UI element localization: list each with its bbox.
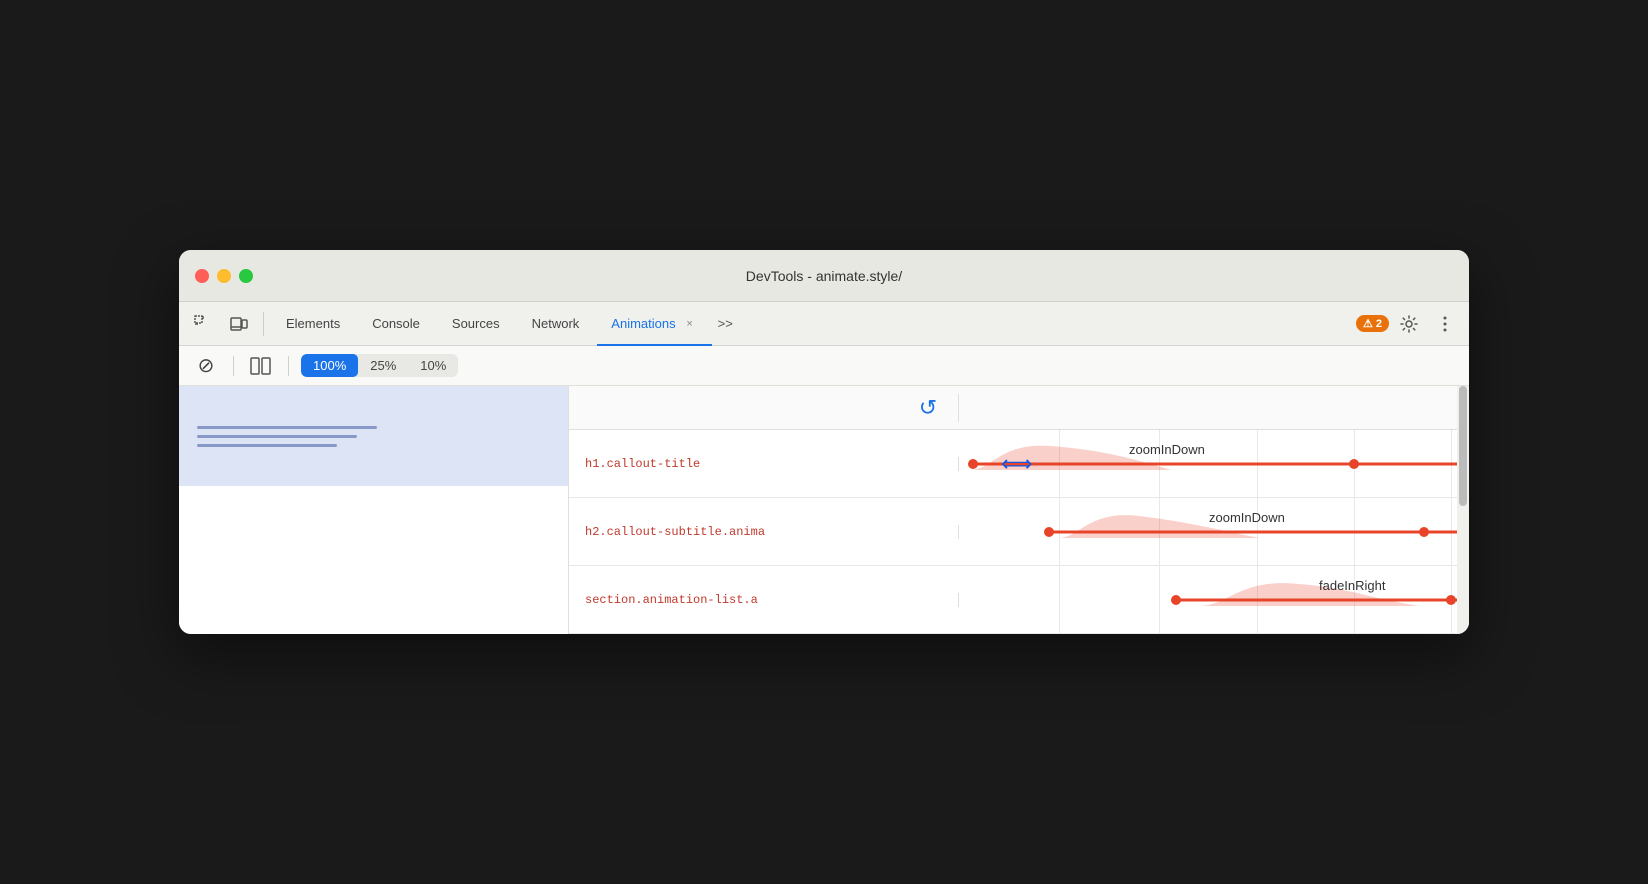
animation-row-1[interactable]: h1.callout-title ⟺: [569, 430, 1469, 498]
maximize-button[interactable]: [239, 269, 253, 283]
animation-preview: [179, 386, 568, 486]
gear-icon: [1400, 315, 1418, 333]
preview-animation: [197, 426, 377, 447]
scrollbar-track: [1457, 386, 1469, 634]
replay-button[interactable]: ↺: [914, 394, 942, 422]
more-options-button[interactable]: [1429, 308, 1461, 340]
anim-line-3: [1174, 598, 1459, 601]
tab-divider-1: [263, 312, 264, 336]
devtools-body: Elements Console Sources Network Animati…: [179, 302, 1469, 634]
anim-dot-2b: [1419, 527, 1429, 537]
warning-icon: ⚠: [1363, 317, 1373, 330]
anim-track-1: ⟺ zoomInDown: [959, 430, 1469, 497]
speed-100-button[interactable]: 100%: [301, 354, 358, 377]
tab-more-button[interactable]: >>: [718, 316, 733, 331]
animation-row-3[interactable]: section.animation-list.a: [569, 566, 1469, 634]
preview-line-3: [197, 444, 337, 447]
warning-badge[interactable]: ⚠ 2: [1356, 315, 1389, 332]
anim-label-3: section.animation-list.a: [569, 593, 959, 607]
anim-track-3: fadeInRight: [959, 566, 1469, 633]
device-toggle-button[interactable]: [223, 308, 255, 340]
tab-network[interactable]: Network: [518, 302, 594, 346]
tab-bar: Elements Console Sources Network Animati…: [179, 302, 1469, 346]
tab-close-icon[interactable]: ×: [682, 316, 698, 332]
anim-dot-1b: [1349, 459, 1359, 469]
replay-icon: ↺: [919, 395, 937, 421]
window-title: DevTools - animate.style/: [746, 268, 902, 284]
timeline-rows: h1.callout-title ⟺: [569, 430, 1469, 634]
tab-animations[interactable]: Animations ×: [597, 302, 711, 346]
inspector-icon: [194, 315, 212, 333]
kebab-menu-icon: [1443, 316, 1447, 332]
columns-icon: [250, 357, 272, 375]
tab-sources[interactable]: Sources: [438, 302, 514, 346]
pause-button[interactable]: ⊘: [191, 351, 221, 381]
warning-count: 2: [1376, 318, 1382, 330]
settings-button[interactable]: [1393, 308, 1425, 340]
main-content: ↺ 0 250 ms 500 ms 750 ms 1.00 s 1.25 s 1…: [179, 386, 1469, 634]
animation-row-2[interactable]: h2.callout-subtitle.anima: [569, 498, 1469, 566]
speed-25-button[interactable]: 25%: [358, 354, 408, 377]
speed-10-button[interactable]: 10%: [408, 354, 458, 377]
anim-curve-1: [971, 438, 1469, 472]
more-tabs-icon: >>: [718, 316, 733, 331]
toolbar-divider-1: [233, 356, 234, 376]
device-icon: [230, 315, 248, 333]
timeline-container: ↺ 0 250 ms 500 ms 750 ms 1.00 s 1.25 s 1…: [569, 386, 1469, 634]
close-button[interactable]: [195, 269, 209, 283]
pause-icon: ⊘: [198, 353, 215, 378]
anim-label-2: h2.callout-subtitle.anima: [569, 525, 959, 539]
anim-dot-2a: [1044, 527, 1054, 537]
speed-selector: 100% 25% 10%: [301, 354, 458, 377]
anim-line-1: [971, 462, 1459, 465]
traffic-lights: [195, 269, 253, 283]
minimize-button[interactable]: [217, 269, 231, 283]
tab-elements[interactable]: Elements: [272, 302, 354, 346]
timeline-header: ↺ 0 250 ms 500 ms 750 ms 1.00 s 1.25 s 1…: [569, 386, 1469, 430]
anim-track-2: zoomInDown: [959, 498, 1469, 565]
timeline-replay-area: ↺: [569, 394, 959, 422]
anim-curve-2: [1059, 506, 1469, 540]
devtools-window: DevTools - animate.style/: [179, 250, 1469, 634]
anim-curve-3: [1199, 574, 1469, 608]
toolbar-divider-2: [288, 356, 289, 376]
screencapture-button[interactable]: [246, 351, 276, 381]
title-bar: DevTools - animate.style/: [179, 250, 1469, 302]
animations-toolbar: ⊘ 100% 25% 10%: [179, 346, 1469, 386]
anim-dot-1a: [968, 459, 978, 469]
preview-line-1: [197, 426, 377, 429]
anim-dot-3b: [1446, 595, 1456, 605]
preview-line-2: [197, 435, 357, 438]
anim-dot-3a: [1171, 595, 1181, 605]
inspector-icon-button[interactable]: [187, 308, 219, 340]
anim-label-1: h1.callout-title: [569, 457, 959, 471]
left-panel: [179, 386, 569, 634]
scrollbar-thumb[interactable]: [1459, 386, 1467, 506]
anim-line-2: [1047, 530, 1459, 533]
tab-console[interactable]: Console: [358, 302, 434, 346]
